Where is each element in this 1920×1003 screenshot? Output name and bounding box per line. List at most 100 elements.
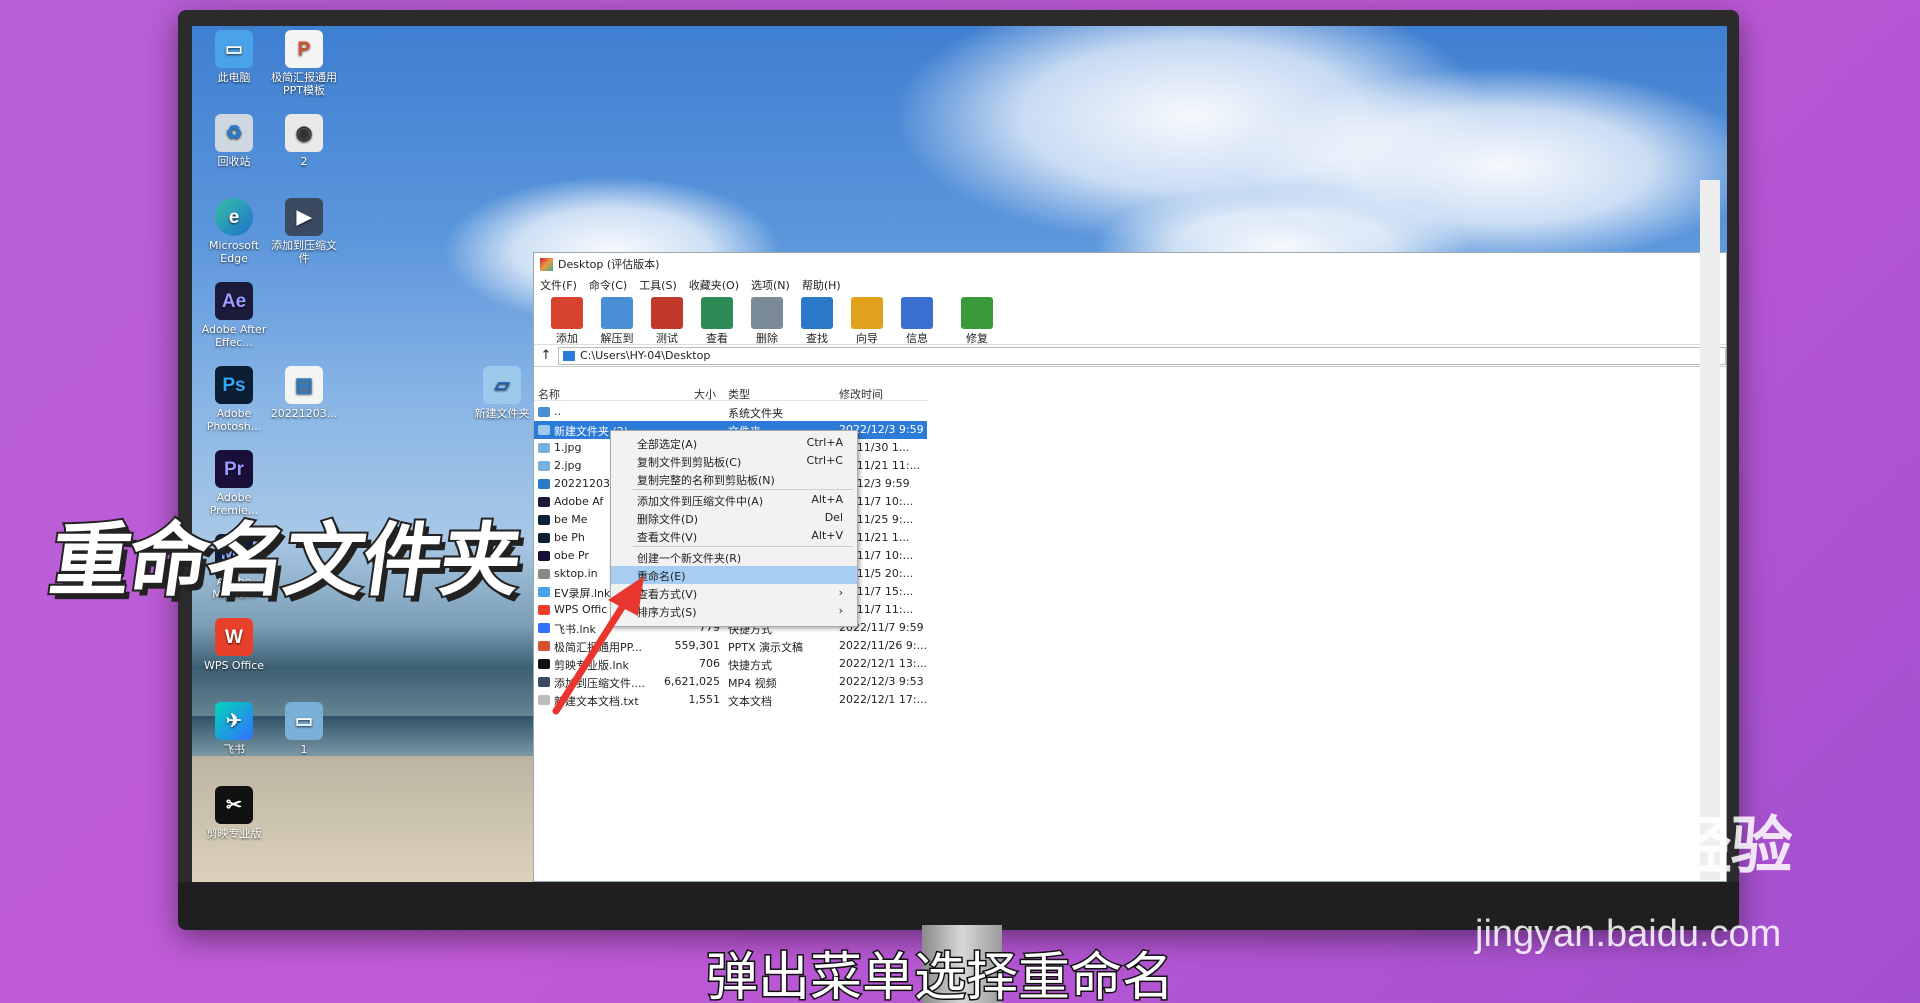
context-menu-item[interactable]: 复制文件到剪贴板(C) Ctrl+C	[611, 452, 857, 470]
caption-title: 重命名文件夹	[43, 512, 528, 609]
column-type[interactable]: 类型	[728, 386, 750, 402]
toolbar-button-label: 信息	[906, 332, 928, 345]
context-menu-item-label: 全部选定(A)	[637, 438, 698, 451]
toolbar-button-label: 修复	[966, 332, 988, 345]
toolbar-icon	[651, 297, 683, 329]
desktop-icon-edge[interactable]: e Microsoft Edge	[196, 198, 272, 265]
column-name[interactable]: 名称	[538, 386, 560, 402]
desktop-icon-label: 此电脑	[217, 71, 251, 84]
context-menu-item-label: 复制文件到剪贴板(C)	[637, 456, 742, 469]
recycle-bin-icon: ♻	[215, 114, 253, 152]
file-name: 20221203	[554, 477, 610, 490]
toolbar-button-7[interactable]: 信息	[892, 297, 942, 346]
file-name: 1.jpg	[554, 441, 582, 454]
after-effects-icon: Ae	[215, 282, 253, 320]
desktop-icon-after-effects[interactable]: Ae Adobe After Effec...	[196, 282, 272, 349]
context-menu-item[interactable]: 查看文件(V) Alt+V	[611, 527, 857, 545]
menu-separator	[633, 546, 853, 547]
toolbar-icon	[901, 297, 933, 329]
menu-file[interactable]: 文件(F)	[540, 277, 577, 293]
desktop-icon-compress[interactable]: ▶ 添加到压缩文件	[266, 198, 342, 265]
toolbar-icon	[851, 297, 883, 329]
desktop-icon-label: 回收站	[217, 155, 251, 168]
context-menu-item-shortcut: Ctrl+A	[806, 436, 843, 449]
toolbar-icon	[751, 297, 783, 329]
desktop-icon-label: 20221203...	[270, 407, 338, 420]
context-menu-item-label: 创建一个新文件夹(R)	[637, 552, 742, 565]
desktop-icon-20221203[interactable]: ▤ 20221203...	[266, 366, 342, 420]
desktop-icon-label: 1	[300, 743, 308, 756]
context-menu-item[interactable]: 删除文件(D) Del	[611, 509, 857, 527]
file-type-icon	[538, 461, 550, 471]
context-menu-item[interactable]: 复制完整的名称到剪贴板(N)	[611, 470, 857, 488]
context-menu-item[interactable]: 创建一个新文件夹(R)	[611, 548, 857, 566]
document-file-icon: ▤	[285, 366, 323, 404]
context-menu-item[interactable]: 全部选定(A) Ctrl+A	[611, 434, 857, 452]
path-field[interactable]: C:\Users\HY-04\Desktop	[558, 346, 1726, 365]
file-modified: 2022/12/1 13:...	[839, 657, 928, 670]
menu-options[interactable]: 选项(N)	[751, 277, 790, 293]
toolbar-button-1[interactable]: 解压到	[592, 297, 642, 346]
column-modified[interactable]: 修改时间	[839, 386, 883, 402]
file-type-icon	[538, 425, 550, 435]
file-type: 快捷方式	[728, 659, 772, 672]
app-logo-icon	[540, 257, 553, 271]
toolbar-icon	[601, 297, 633, 329]
file-type-icon	[538, 497, 550, 507]
context-menu-item-label: 查看文件(V)	[637, 531, 698, 544]
toolbar: 添加 解压到 测试 查看 删除 查找 向导 信息 修复	[534, 295, 1726, 345]
desktop-icon-2[interactable]: ◉ 2	[266, 114, 342, 168]
context-menu-item-shortcut: Alt+V	[811, 529, 843, 542]
toolbar-icon	[701, 297, 733, 329]
desktop-icon-label: 极简汇报通用PPT模板	[271, 71, 337, 97]
toolbar-button-label: 解压到	[600, 332, 634, 345]
toolbar-button-5[interactable]: 查找	[792, 297, 842, 346]
toolbar-button-0[interactable]: 添加	[542, 297, 592, 346]
window-title: Desktop (评估版本)	[558, 258, 660, 271]
pptx-file-icon: P	[285, 30, 323, 68]
toolbar-button-label: 向导	[856, 332, 878, 345]
desktop-icon-photoshop[interactable]: Ps Adobe Photosh...	[196, 366, 272, 433]
desktop-icon-wps[interactable]: W WPS Office	[196, 618, 272, 672]
red-arrow-annotation	[552, 576, 644, 715]
file-name: Adobe Af	[554, 495, 604, 508]
up-arrow-icon[interactable]: ↑	[534, 348, 558, 363]
desktop-icon-label: WPS Office	[203, 659, 265, 672]
toolbar-button-label: 测试	[656, 332, 678, 345]
watermark-url: jingyan.baidu.com	[1475, 913, 1782, 955]
wps-icon: W	[215, 618, 253, 656]
computer-icon: ▭	[215, 30, 253, 68]
path-text: C:\Users\HY-04\Desktop	[580, 349, 711, 362]
toolbar-button-3[interactable]: 查看	[692, 297, 742, 346]
image-file-icon: ◉	[285, 114, 323, 152]
context-menu-item-shortcut: ›	[838, 604, 843, 617]
menu-favorites[interactable]: 收藏夹(O)	[689, 277, 739, 293]
desktop-icon-feishu[interactable]: ✈ 飞书	[196, 702, 272, 756]
toolbar-button-6[interactable]: 向导	[842, 297, 892, 346]
toolbar-button-4[interactable]: 删除	[742, 297, 792, 346]
file-modified: 2022/11/26 9:...	[839, 639, 928, 652]
photoshop-icon: Ps	[215, 366, 253, 404]
menu-help[interactable]: 帮助(H)	[802, 277, 841, 293]
context-menu-item[interactable]: 添加文件到压缩文件中(A) Alt+A	[611, 491, 857, 509]
toolbar-button-8[interactable]: 修复	[952, 297, 1002, 346]
file-type-icon	[538, 479, 550, 489]
desktop-icon-label: Adobe Photosh...	[206, 407, 262, 433]
desktop-icon-ppt-template[interactable]: P 极简汇报通用PPT模板	[266, 30, 342, 97]
file-row[interactable]: .. 系统文件夹	[534, 403, 928, 421]
toolbar-icon	[801, 297, 833, 329]
toolbar-button-2[interactable]: 测试	[642, 297, 692, 346]
column-size[interactable]: 大小	[694, 386, 716, 402]
desktop-icon-recycle-bin[interactable]: ♻ 回收站	[196, 114, 272, 168]
desktop-icon-jianying[interactable]: ✂ 剪映专业版	[196, 786, 272, 840]
file-type: MP4 视频	[728, 677, 777, 690]
menu-tools[interactable]: 工具(S)	[639, 277, 677, 293]
file-type-icon	[538, 515, 550, 525]
menu-command[interactable]: 命令(C)	[589, 277, 627, 293]
file-size: 1,551	[688, 693, 721, 706]
desktop-icon-this-pc[interactable]: ▭ 此电脑	[196, 30, 272, 84]
folder-icon: ▱	[483, 366, 521, 404]
desktop-icon-new-folder[interactable]: ▱ 新建文件夹	[464, 366, 540, 420]
watermark-brand: Bai du 经验	[1470, 812, 1793, 881]
desktop-icon-1[interactable]: ▭ 1	[266, 702, 342, 756]
